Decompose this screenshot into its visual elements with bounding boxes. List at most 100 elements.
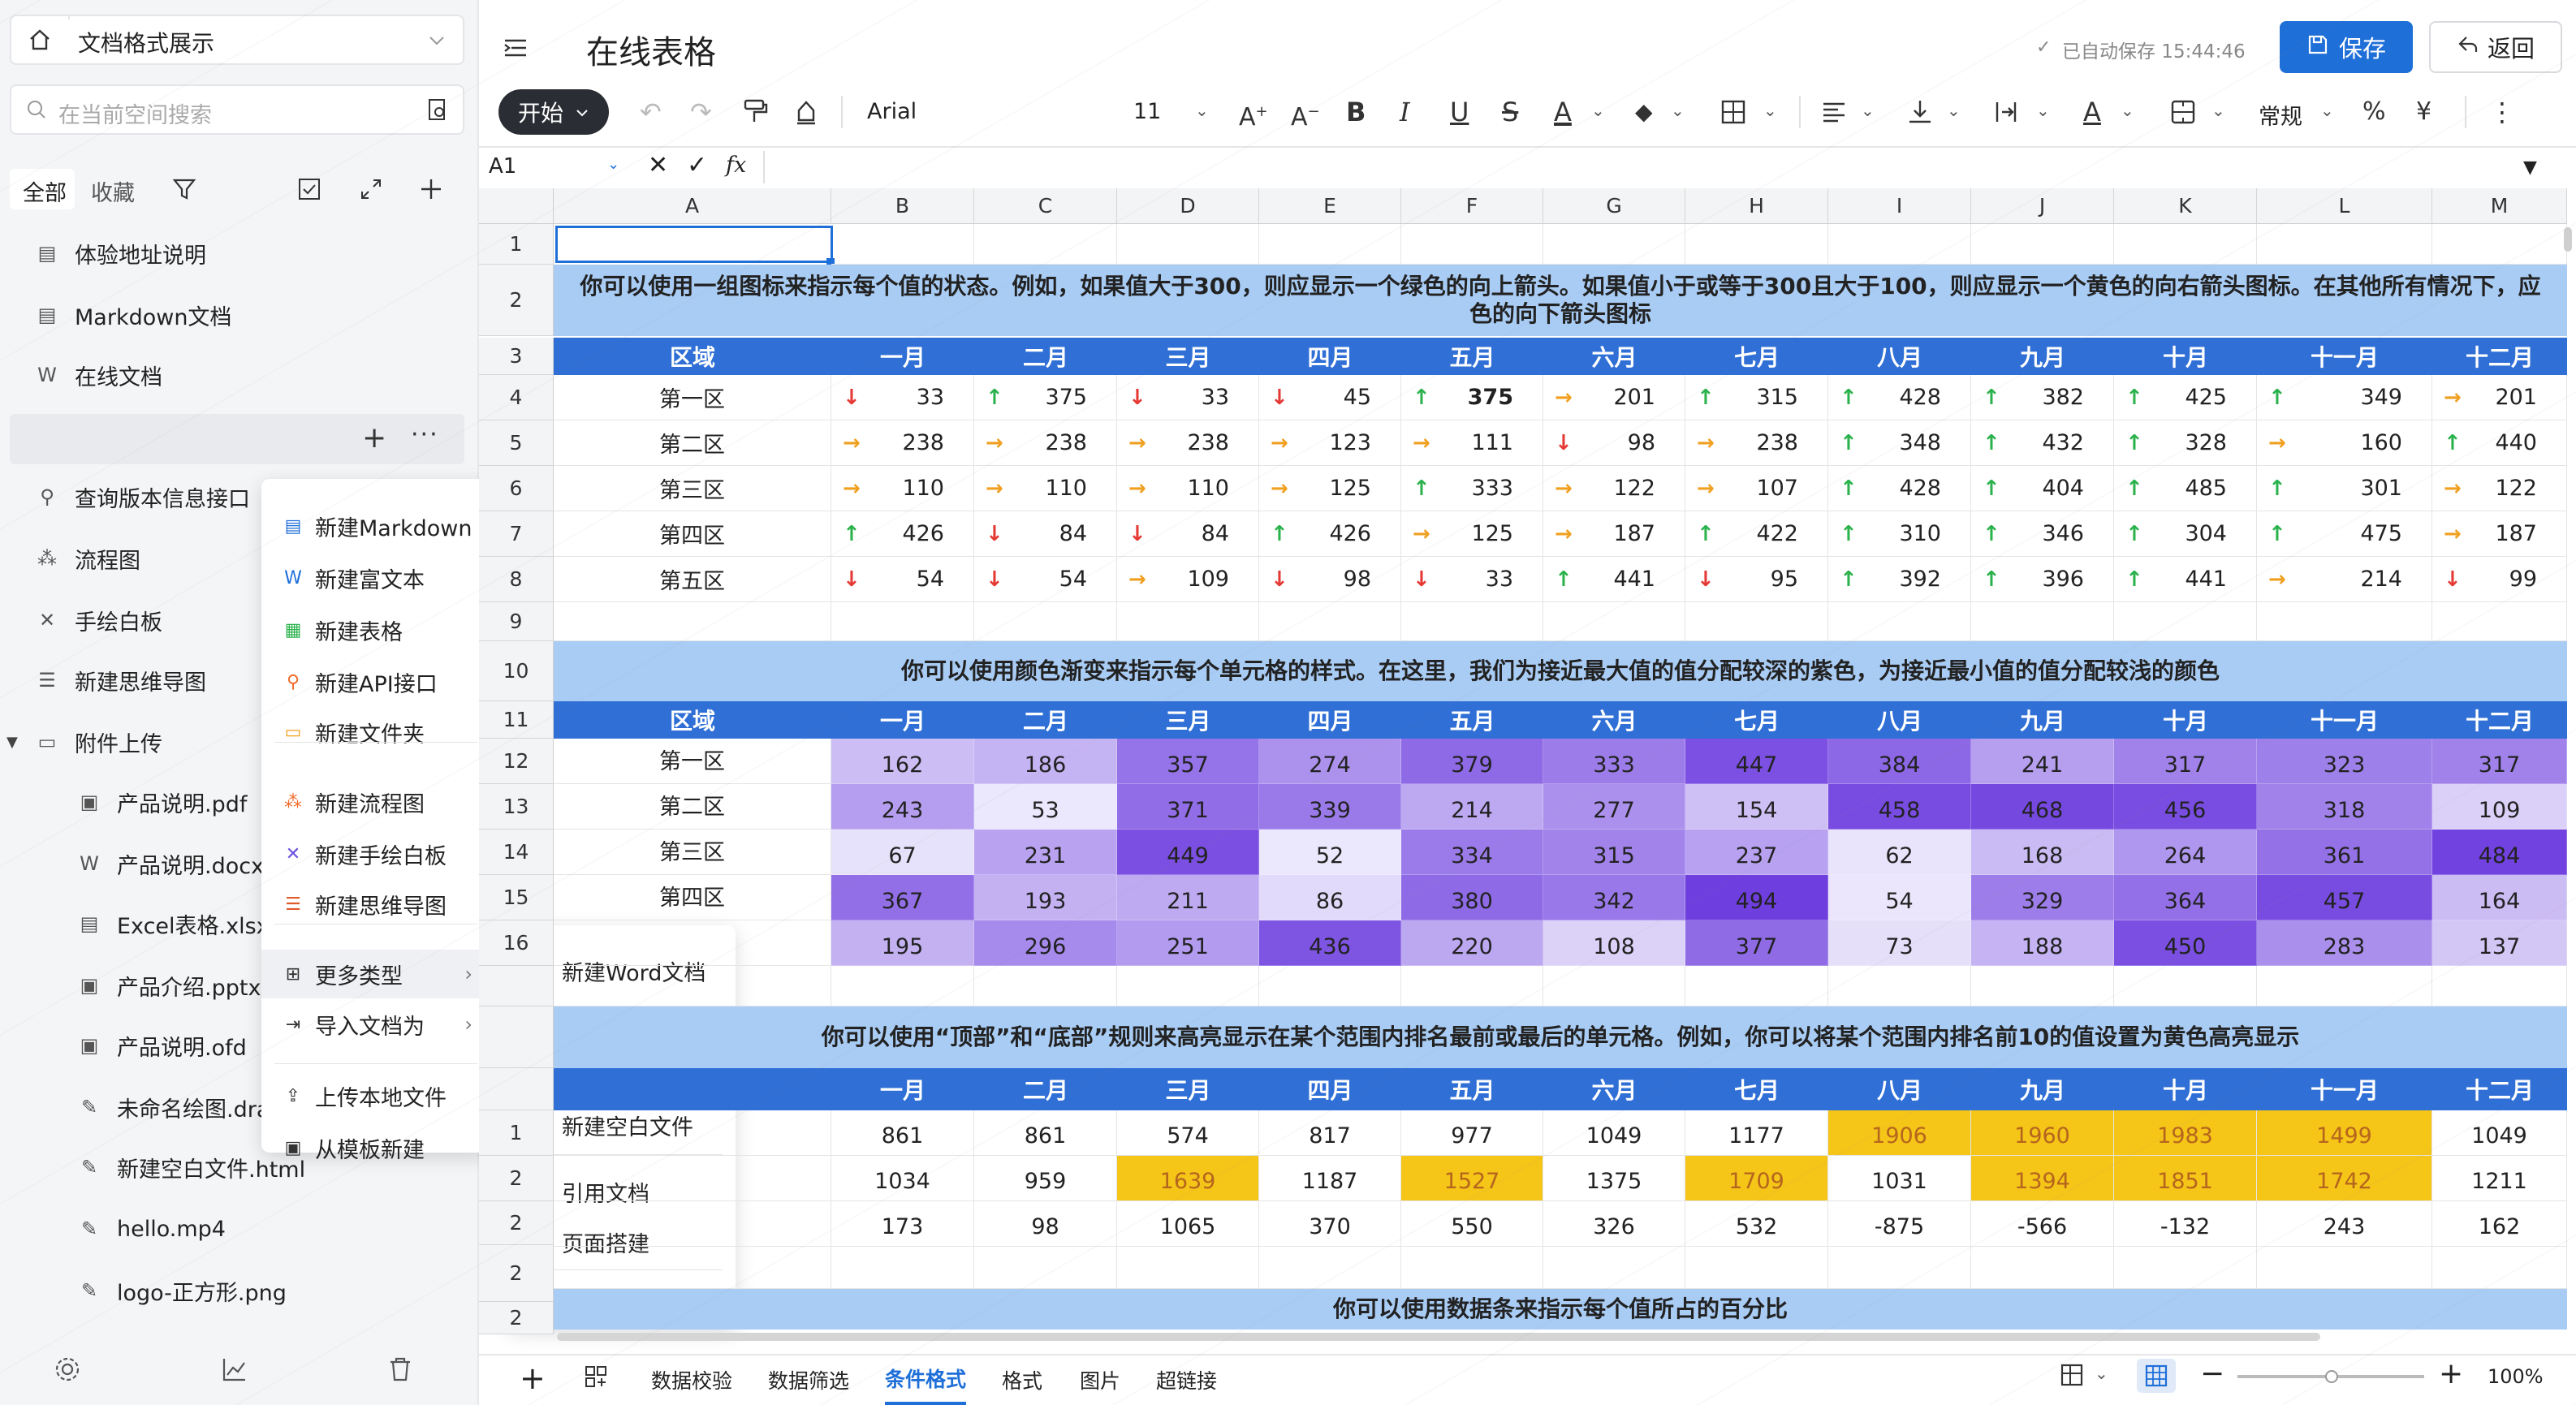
row-header[interactable]: 12 bbox=[479, 739, 554, 784]
chevron-down-icon[interactable]: ⌄ bbox=[2121, 101, 2134, 120]
data-cell[interactable]: → 187 bbox=[1543, 511, 1685, 557]
empty-cell[interactable] bbox=[1828, 602, 1971, 641]
empty-cell[interactable] bbox=[1971, 966, 2114, 1006]
row-header[interactable]: 2 bbox=[479, 1156, 554, 1201]
context-menu-item[interactable]: ▣ 从模板新建 bbox=[261, 1123, 490, 1172]
underline-icon[interactable]: U bbox=[1450, 96, 1469, 128]
font-family-select[interactable]: Arial bbox=[867, 99, 917, 124]
gradient-cell[interactable]: 186 bbox=[974, 739, 1117, 784]
sheet-list-icon[interactable] bbox=[583, 1364, 609, 1393]
add-icon[interactable] bbox=[419, 177, 443, 205]
data-cell[interactable]: ↑ 346 bbox=[1971, 511, 2114, 557]
data-cell[interactable]: 1639 bbox=[1117, 1156, 1259, 1201]
tree-item[interactable]: ▤ Markdown文档 bbox=[36, 291, 232, 339]
gradient-cell[interactable]: 357 bbox=[1117, 739, 1259, 784]
gradient-cell[interactable]: 243 bbox=[831, 784, 974, 830]
data-cell[interactable]: ↑ 425 bbox=[2114, 375, 2257, 420]
add-sheet-icon[interactable]: + bbox=[520, 1359, 546, 1398]
align-horizontal-icon[interactable] bbox=[1820, 96, 1848, 128]
data-cell[interactable]: 162 bbox=[2432, 1201, 2567, 1247]
row-header[interactable]: 2 bbox=[479, 1302, 554, 1334]
context-menu-item[interactable]: ▭ 新建文件夹 bbox=[261, 708, 490, 756]
merge-cells-icon[interactable] bbox=[2169, 96, 2197, 128]
tree-item[interactable]: ✎ hello.mp4 bbox=[78, 1205, 226, 1253]
gradient-cell[interactable]: 456 bbox=[2114, 784, 2257, 830]
header-cell[interactable]: 八月 bbox=[1828, 338, 1971, 375]
context-menu-item[interactable]: ⇪ 上传本地文件 bbox=[261, 1071, 490, 1120]
data-cell[interactable]: → 238 bbox=[1685, 420, 1828, 466]
gradient-cell[interactable]: 334 bbox=[1401, 830, 1543, 875]
empty-cell[interactable] bbox=[1117, 1247, 1259, 1289]
context-menu-item[interactable]: ▤ 新建Markdown bbox=[261, 502, 490, 550]
data-cell[interactable]: ↑ 328 bbox=[2114, 420, 2257, 466]
header-cell[interactable]: 十月 bbox=[2114, 1068, 2257, 1110]
gradient-cell[interactable]: 367 bbox=[831, 875, 974, 920]
empty-cell[interactable] bbox=[2114, 1247, 2257, 1289]
empty-cell[interactable] bbox=[1117, 966, 1259, 1006]
search-box[interactable]: 在当前空间搜索 bbox=[10, 84, 464, 135]
region-cell[interactable]: 第三区 bbox=[554, 466, 831, 511]
selected-cell[interactable] bbox=[555, 226, 833, 263]
search-input[interactable]: 在当前空间搜索 bbox=[58, 97, 212, 129]
data-cell[interactable]: → 107 bbox=[1685, 466, 1828, 511]
region-cell[interactable]: 第二区 bbox=[554, 420, 831, 466]
region-cell[interactable]: 第四区 bbox=[554, 875, 831, 920]
empty-cell[interactable] bbox=[1828, 1247, 1971, 1289]
empty-cell[interactable] bbox=[1543, 224, 1685, 265]
data-cell[interactable]: ↑ 333 bbox=[1401, 466, 1543, 511]
header-cell[interactable]: 十一月 bbox=[2257, 701, 2432, 739]
gradient-cell[interactable]: 162 bbox=[831, 739, 974, 784]
data-cell[interactable]: ↑ 426 bbox=[831, 511, 974, 557]
data-cell[interactable]: ↑ 396 bbox=[1971, 557, 2114, 602]
empty-cell[interactable] bbox=[974, 224, 1117, 265]
gradient-cell[interactable]: 339 bbox=[1259, 784, 1401, 830]
redo-icon[interactable]: ↷ bbox=[690, 96, 712, 128]
header-cell[interactable]: 十二月 bbox=[2432, 701, 2567, 739]
gradient-cell[interactable]: 436 bbox=[1259, 920, 1401, 966]
gradient-cell[interactable]: 494 bbox=[1685, 875, 1828, 920]
font-size-select[interactable]: 11 bbox=[1133, 99, 1161, 124]
empty-cell[interactable] bbox=[1401, 224, 1543, 265]
sheet-toolbar-tab[interactable]: 格式 bbox=[1002, 1355, 1042, 1405]
empty-cell[interactable] bbox=[1971, 224, 2114, 265]
header-cell[interactable]: 五月 bbox=[1401, 701, 1543, 739]
italic-icon[interactable]: I bbox=[1400, 96, 1410, 128]
zoom-out-icon[interactable]: − bbox=[2200, 1357, 2224, 1390]
gradient-cell[interactable]: 296 bbox=[974, 920, 1117, 966]
data-cell[interactable]: → 122 bbox=[1543, 466, 1685, 511]
row-header[interactable]: 6 bbox=[479, 466, 554, 511]
data-cell[interactable]: → 123 bbox=[1259, 420, 1401, 466]
data-cell[interactable]: → 111 bbox=[1401, 420, 1543, 466]
gradient-cell[interactable]: 53 bbox=[974, 784, 1117, 830]
header-cell[interactable]: 区域 bbox=[554, 701, 831, 739]
gradient-cell[interactable]: 195 bbox=[831, 920, 974, 966]
data-cell[interactable]: → 201 bbox=[1543, 375, 1685, 420]
gradient-cell[interactable]: 109 bbox=[2432, 784, 2567, 830]
header-cell[interactable]: 六月 bbox=[1543, 1068, 1685, 1110]
data-cell[interactable]: ↑ 310 bbox=[1828, 511, 1971, 557]
percent-icon[interactable]: % bbox=[2362, 96, 2386, 128]
row-header[interactable]: 10 bbox=[479, 641, 554, 701]
data-cell[interactable]: → 187 bbox=[2432, 511, 2567, 557]
column-header[interactable]: K bbox=[2114, 188, 2257, 224]
data-cell[interactable]: ↓ 95 bbox=[1685, 557, 1828, 602]
data-cell[interactable]: 1499 bbox=[2257, 1110, 2432, 1156]
tree-item[interactable]: ☰ 新建思维导图 bbox=[36, 656, 206, 705]
data-cell[interactable]: ↑ 440 bbox=[2432, 420, 2567, 466]
tree-item[interactable]: W 在线文档 bbox=[36, 351, 162, 399]
gradient-cell[interactable]: 231 bbox=[974, 830, 1117, 875]
search-doc-icon[interactable] bbox=[425, 97, 450, 125]
header-cell[interactable]: 一月 bbox=[831, 701, 974, 739]
row-header[interactable]: 15 bbox=[479, 875, 554, 920]
expand-formula-icon[interactable]: ▼ bbox=[2523, 157, 2537, 178]
start-menu-button[interactable]: 开始 bbox=[498, 89, 609, 135]
sheet-toolbar-tab[interactable]: 数据筛选 bbox=[768, 1355, 849, 1405]
header-cell[interactable]: 一月 bbox=[831, 1068, 974, 1110]
data-cell[interactable]: ↑ 301 bbox=[2257, 466, 2432, 511]
gradient-cell[interactable]: 241 bbox=[1971, 739, 2114, 784]
data-cell[interactable]: 326 bbox=[1543, 1201, 1685, 1247]
empty-cell[interactable] bbox=[2432, 1247, 2567, 1289]
zoom-in-icon[interactable]: + bbox=[2439, 1357, 2463, 1390]
empty-cell[interactable] bbox=[831, 966, 974, 1006]
empty-cell[interactable] bbox=[1259, 602, 1401, 641]
